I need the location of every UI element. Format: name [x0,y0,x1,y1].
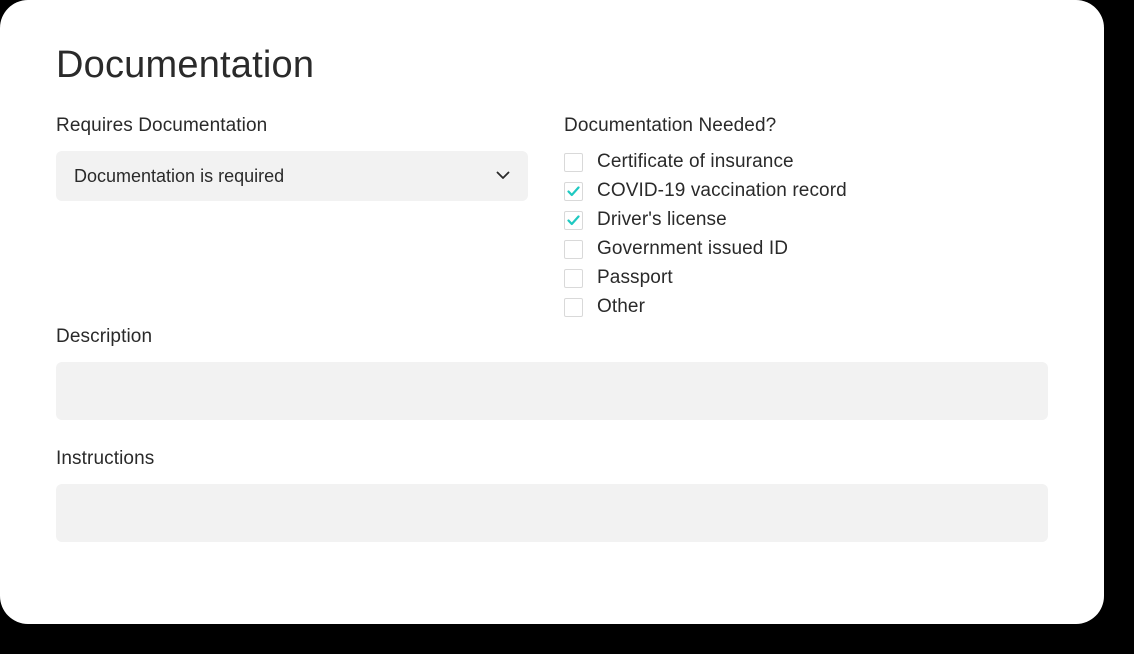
checkbox-row[interactable]: Government issued ID [564,238,1048,260]
checkbox-row[interactable]: Passport [564,267,1048,289]
checkbox-row[interactable]: Other [564,296,1048,318]
requires-documentation-selected-value: Documentation is required [74,166,284,187]
checkbox-label: Other [597,296,645,318]
requires-documentation-field: Requires Documentation Documentation is … [56,115,528,318]
checkbox-label: Driver's license [597,209,727,231]
instructions-input[interactable] [56,484,1048,542]
checkbox-box[interactable] [564,211,583,230]
checkbox-label: Certificate of insurance [597,151,794,173]
checkbox-box[interactable] [564,298,583,317]
documentation-needed-field: Documentation Needed? Certificate of ins… [564,115,1048,318]
checkbox-label: COVID-19 vaccination record [597,180,847,202]
checkbox-box[interactable] [564,240,583,259]
checkbox-label: Passport [597,267,673,289]
checkbox-box[interactable] [564,269,583,288]
checkbox-box[interactable] [564,153,583,172]
checkbox-label: Government issued ID [597,238,788,260]
description-field: Description [56,326,1048,440]
checkbox-box[interactable] [564,182,583,201]
description-label: Description [56,326,1048,348]
instructions-label: Instructions [56,448,1048,470]
requires-documentation-select[interactable]: Documentation is required [56,151,528,201]
description-input[interactable] [56,362,1048,420]
requires-documentation-label: Requires Documentation [56,115,528,137]
checkbox-row[interactable]: Driver's license [564,209,1048,231]
checkbox-row[interactable]: Certificate of insurance [564,151,1048,173]
page-title: Documentation [56,44,1048,87]
documentation-card: Documentation Requires Documentation Doc… [0,0,1104,624]
two-column-row: Requires Documentation Documentation is … [56,115,1048,318]
instructions-field: Instructions [56,448,1048,562]
checkbox-row[interactable]: COVID-19 vaccination record [564,180,1048,202]
documentation-needed-label: Documentation Needed? [564,115,1048,137]
requires-documentation-select-wrap: Documentation is required [56,151,528,201]
documentation-needed-list: Certificate of insurance COVID-19 vaccina… [564,151,1048,318]
